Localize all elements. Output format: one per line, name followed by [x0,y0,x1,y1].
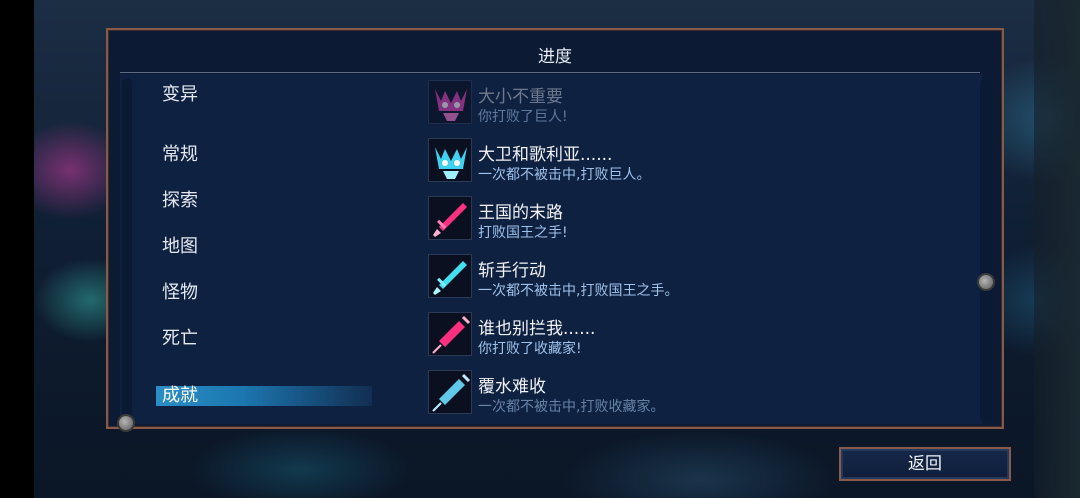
category-mutations[interactable]: 变异 [162,80,198,106]
achievement-item[interactable]: 大卫和歌利亚...... 一次都不被击中,打败巨人。 [428,138,968,186]
achievement-title: 王国的末路 [478,203,563,223]
sword-icon [428,196,472,240]
progress-panel: 进度 变异 常规 探索 地图 怪物 死亡 成就 大小不重要 你打败了巨人! 大卫… [106,28,1004,429]
screen-edge-right [1034,0,1080,498]
syringe-icon [428,370,472,414]
category-deaths[interactable]: 死亡 [162,324,198,350]
achievement-item[interactable]: 覆水难收 一次都不被击中,打败收藏家。 [428,370,968,418]
category-scrollbar[interactable] [122,78,132,418]
achievement-scrollbar[interactable] [980,78,992,423]
return-button[interactable]: 返回 [839,447,1011,481]
category-map[interactable]: 地图 [162,232,198,258]
achievement-item[interactable]: 谁也别拦我...... 你打败了收藏家! [428,312,968,360]
achievement-title: 覆水难收 [478,377,546,397]
title-divider [120,72,980,73]
category-monsters[interactable]: 怪物 [162,278,198,304]
achievement-title: 斩手行动 [478,261,546,281]
panel-title: 进度 [538,47,572,67]
achievement-title: 谁也别拦我...... [478,319,596,339]
achievement-description: 你打败了巨人! [478,109,568,125]
achievement-description: 打败国王之手! [478,225,568,241]
achievement-title: 大卫和歌利亚...... [478,145,613,165]
achievement-description: 你打败了收藏家! [478,341,582,357]
achievement-item[interactable]: 大小不重要 你打败了巨人! [428,80,968,128]
achievement-title: 大小不重要 [478,87,563,107]
category-general[interactable]: 常规 [162,140,198,166]
syringe-icon [428,312,472,356]
sword-icon [428,254,472,298]
screen-edge-left [0,0,34,498]
achievement-item[interactable]: 斩手行动 一次都不被击中,打败国王之手。 [428,254,968,302]
giant-skull-icon [428,80,472,124]
achievement-description: 一次都不被击中,打败收藏家。 [478,399,665,415]
achievement-description: 一次都不被击中,打败国王之手。 [478,283,679,299]
left-scroll-knob[interactable] [117,414,135,432]
giant-skull-icon [428,138,472,182]
achievement-description: 一次都不被击中,打败巨人。 [478,167,651,183]
achievement-item[interactable]: 王国的末路 打败国王之手! [428,196,968,244]
category-achievements[interactable]: 成就 [156,386,372,406]
category-exploration[interactable]: 探索 [162,186,198,212]
right-scroll-knob[interactable] [977,273,995,291]
